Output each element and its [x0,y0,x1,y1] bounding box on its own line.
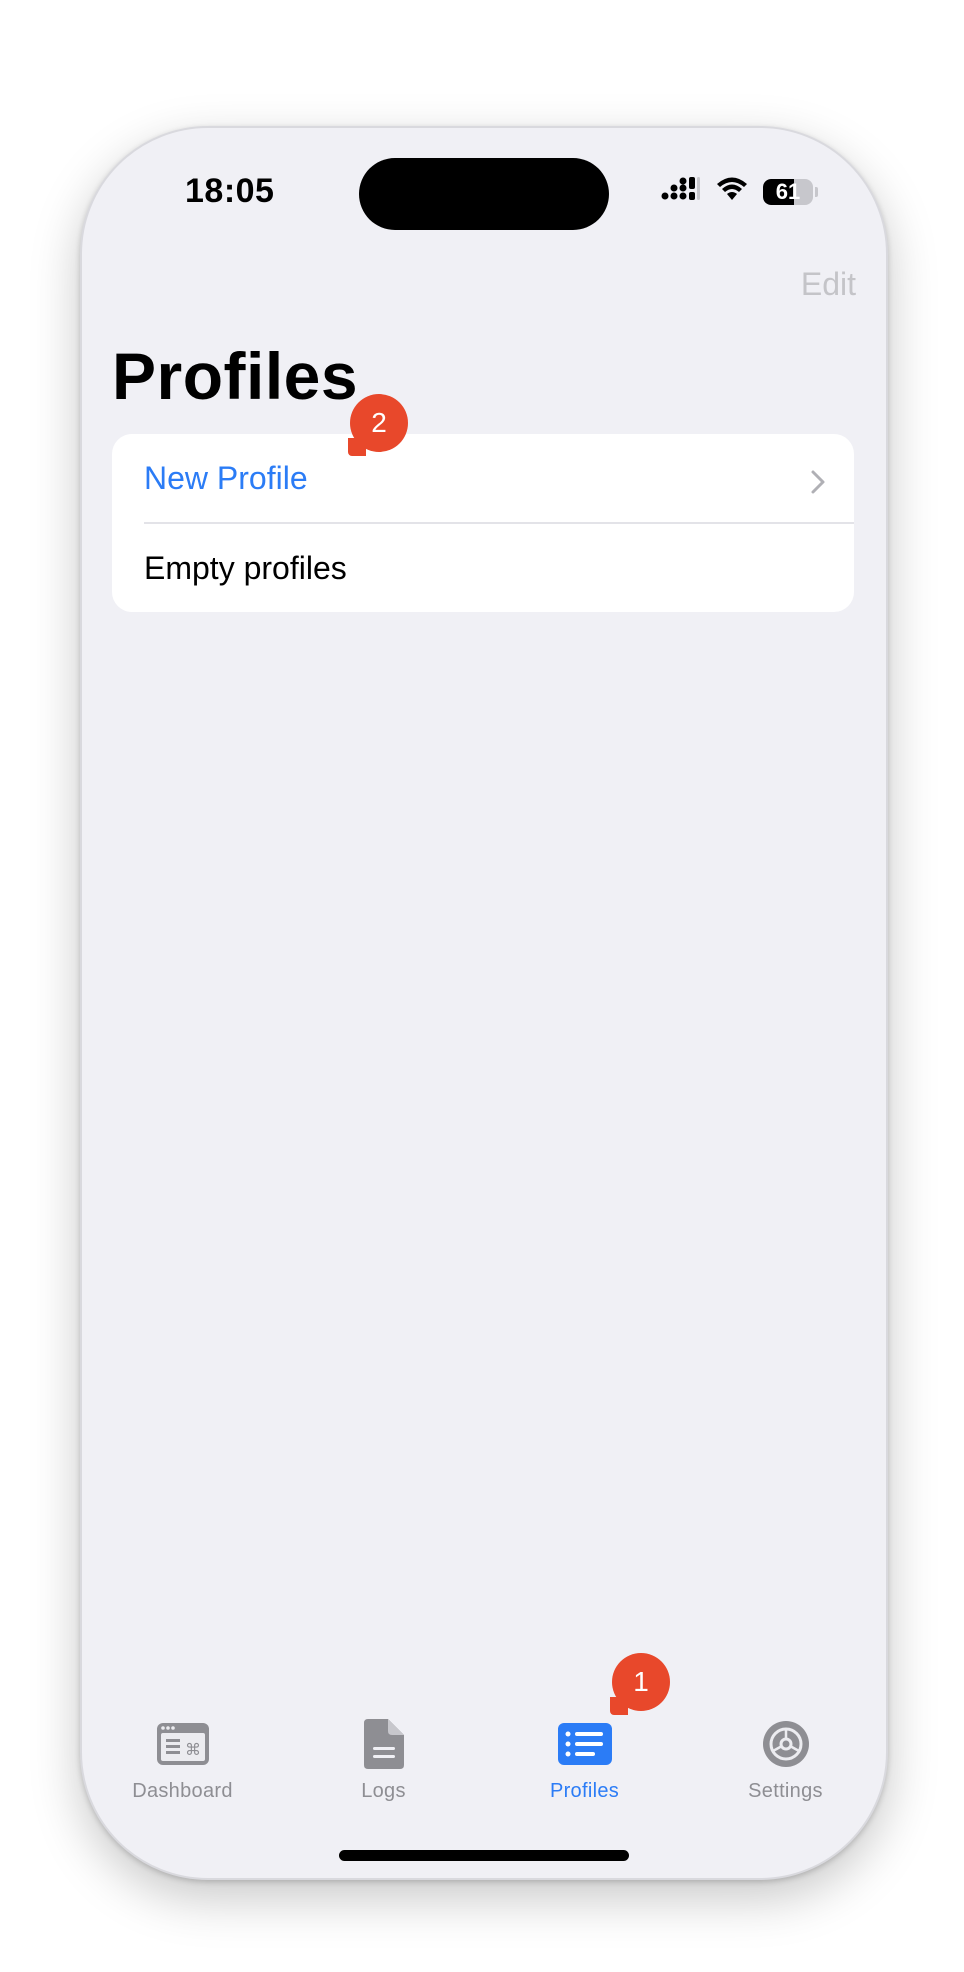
tab-label: Settings [748,1780,823,1802]
badge-tail [348,438,366,456]
tab-label: Profiles [549,1780,620,1802]
wifi-icon [715,176,749,207]
battery-icon: 61 [763,178,813,205]
tab-bar: ⌘ Dashboard Logs Profiles Settings [82,1718,886,1838]
tab-dashboard[interactable]: ⌘ Dashboard [82,1718,283,1838]
phone-frame: 18:05 61 Edit Profiles New Profile Empty… [80,126,888,1880]
svg-text:⌘: ⌘ [185,1740,201,1759]
profiles-list: New Profile Empty profiles [112,434,854,612]
home-indicator[interactable] [339,1850,629,1861]
page-title: Profiles [112,339,359,413]
empty-profiles-row: Empty profiles [112,524,854,612]
annotation-number: 2 [371,407,387,438]
annotation-number: 1 [633,1666,649,1697]
tab-settings[interactable]: Settings [685,1718,886,1838]
new-profile-label: New Profile [144,459,308,496]
dashboard-icon: ⌘ [153,1718,213,1770]
tab-logs[interactable]: Logs [283,1718,484,1838]
status-icons: 61 [661,176,818,207]
list-icon [555,1718,615,1770]
tab-label: Logs [361,1780,406,1802]
new-profile-row[interactable]: New Profile [112,434,854,522]
document-icon [354,1718,414,1770]
dynamic-island [359,158,609,230]
battery-nub [815,186,818,197]
tab-label: Dashboard [132,1780,233,1802]
annotation-badge-1: 1 [610,1653,670,1715]
badge-tail [610,1697,628,1715]
gear-icon [756,1718,816,1770]
battery-percent: 61 [775,178,801,204]
chevron-right-icon [810,466,826,503]
cellular-signal-icon [661,177,701,206]
edit-button[interactable]: Edit [801,266,856,303]
empty-profiles-label: Empty profiles [144,549,347,586]
status-time: 18:05 [185,172,275,210]
page: 18:05 61 Edit Profiles New Profile Empty… [0,0,964,1972]
annotation-badge-2: 2 [348,394,408,456]
tab-profiles[interactable]: Profiles [484,1718,685,1838]
